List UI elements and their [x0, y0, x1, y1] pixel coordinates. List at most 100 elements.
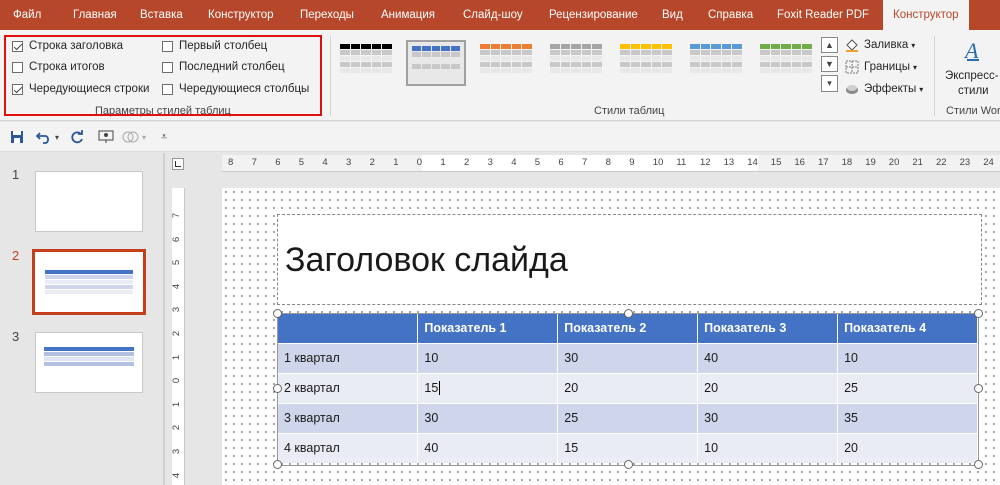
ruler-label: 4	[172, 283, 183, 289]
redo-icon[interactable]	[70, 128, 84, 146]
tab-review[interactable]: Рецензирование	[549, 0, 638, 30]
table-cell[interactable]: 15	[557, 432, 699, 463]
table-style-option[interactable]	[476, 40, 536, 86]
table-cell[interactable]: 3 квартал	[278, 402, 419, 433]
tab-transitions[interactable]: Переходы	[300, 0, 354, 30]
table-cell[interactable]: 2 квартал	[278, 372, 419, 403]
resize-handle[interactable]	[273, 384, 282, 393]
resize-handle[interactable]	[624, 460, 633, 469]
table-cell[interactable]: 10	[417, 342, 559, 373]
ruler-label: 1	[172, 401, 183, 407]
horizontal-ruler[interactable]: 8 7 6 5 4 3 2 1 0 1 2 3 4 5 6 7 8 9 10 11 12 13 14 15 16 17 18 19 20…	[222, 155, 1000, 172]
table-cell[interactable]: 40	[697, 342, 839, 373]
panel-divider[interactable]	[163, 153, 165, 485]
resize-handle[interactable]	[273, 460, 282, 469]
ruler-label: 18	[841, 157, 853, 168]
slide-thumbnail-1[interactable]	[35, 171, 143, 232]
ruler-label: 24	[983, 157, 994, 168]
table-style-option[interactable]	[616, 40, 676, 86]
resize-handle[interactable]	[624, 309, 633, 318]
tab-file[interactable]: Файл	[13, 0, 41, 30]
text-cursor	[439, 381, 441, 396]
express-styles-label-2[interactable]: стили	[958, 85, 989, 97]
dropdown-arrow-icon[interactable]: ▾	[142, 128, 146, 146]
table-row: 4 квартал 40 15 10 20	[278, 432, 978, 463]
wordart-icon[interactable]: A	[963, 38, 985, 67]
table-header-cell[interactable]	[278, 314, 419, 343]
thumbnail-number: 1	[12, 167, 20, 182]
undo-icon[interactable]	[36, 128, 52, 146]
tab-help[interactable]: Справка	[708, 0, 753, 30]
resize-handle[interactable]	[974, 309, 983, 318]
table-cell[interactable]: 1 квартал	[278, 342, 419, 373]
ruler-label: 2	[172, 330, 183, 337]
table-header-cell[interactable]: Показатель 1	[417, 314, 559, 343]
gallery-more-button[interactable]: ▾	[821, 75, 838, 92]
table-cell[interactable]: 10	[697, 432, 839, 463]
undo-dropdown-icon[interactable]: ▾	[55, 128, 59, 146]
gallery-up-button[interactable]: ▲	[821, 37, 838, 53]
tab-slideshow[interactable]: Слайд-шоу	[463, 0, 523, 30]
table-cell[interactable]: 20	[837, 432, 978, 463]
table-style-option[interactable]	[406, 40, 466, 86]
table-style-option[interactable]	[336, 40, 396, 86]
ruler-label: 3	[172, 307, 183, 313]
thumbnail-number: 2	[12, 248, 20, 263]
table-cell[interactable]: 25	[557, 402, 699, 433]
table-cell[interactable]: 30	[697, 402, 839, 433]
effects-icon	[845, 82, 859, 96]
borders-button[interactable]: Границы ▾	[845, 58, 917, 76]
express-styles-label[interactable]: Экспресс-	[945, 70, 999, 82]
thumbnail-table-preview	[44, 347, 134, 366]
tab-insert[interactable]: Вставка	[140, 0, 183, 30]
tab-foxit[interactable]: Foxit Reader PDF	[777, 0, 869, 30]
resize-handle[interactable]	[974, 460, 983, 469]
tab-table-design[interactable]: Конструктор	[883, 0, 969, 30]
table-style-option[interactable]	[686, 40, 746, 86]
table-cell[interactable]: 30	[557, 342, 699, 373]
table-header-cell[interactable]: Показатель 2	[557, 314, 699, 343]
slide-title[interactable]: Заголовок слайда	[285, 241, 568, 280]
table-cell[interactable]: 30	[417, 402, 559, 433]
table-header-row: Показатель 1 Показатель 2 Показатель 3 П…	[278, 314, 978, 343]
vertical-ruler[interactable]: 7 6 5 4 3 2 1 0 1 2 3 4	[172, 188, 185, 485]
title-placeholder[interactable]: Заголовок слайда	[277, 214, 982, 305]
ruler-label: 2	[369, 157, 375, 168]
tab-view[interactable]: Вид	[662, 0, 683, 30]
resize-handle[interactable]	[974, 384, 983, 393]
table-style-option[interactable]	[546, 40, 606, 86]
table-header-cell[interactable]: Показатель 3	[697, 314, 839, 343]
ruler-label: 12	[700, 157, 711, 168]
tab-home[interactable]: Главная	[73, 0, 117, 30]
customize-toolbar-icon[interactable]: ⩡	[161, 128, 167, 146]
tab-animations[interactable]: Анимация	[381, 0, 435, 30]
fill-button[interactable]: Заливка ▾	[845, 36, 915, 54]
save-icon[interactable]	[10, 128, 24, 146]
gallery-down-button[interactable]: ▼	[821, 56, 838, 72]
table-cell[interactable]: 10	[837, 342, 978, 373]
dropdown-arrow-icon: ▾	[913, 62, 918, 72]
table-cell[interactable]: 20	[557, 372, 699, 403]
ruler-label: 3	[172, 448, 183, 455]
table-cell[interactable]: 4 квартал	[278, 432, 419, 463]
table-cell[interactable]: 25	[837, 372, 978, 403]
table-cell[interactable]: 40	[417, 432, 559, 463]
touch-mode-icon[interactable]	[122, 128, 140, 146]
table-header-cell[interactable]: Показатель 4	[837, 314, 978, 343]
slide-thumbnail-2[interactable]	[32, 249, 146, 315]
tab-design[interactable]: Конструктор	[208, 0, 274, 30]
slideshow-icon[interactable]	[98, 128, 114, 146]
table-cell[interactable]: 35	[837, 402, 978, 433]
ruler-label: 2	[172, 425, 183, 431]
resize-handle[interactable]	[273, 309, 282, 318]
table-cell-active[interactable]: 15	[417, 372, 559, 403]
group-label-wordart: Стили Wor	[946, 105, 1000, 117]
data-table[interactable]: Показатель 1 Показатель 2 Показатель 3 П…	[278, 314, 978, 463]
slide-thumbnail-3[interactable]	[35, 332, 143, 393]
table-style-option[interactable]	[756, 40, 816, 86]
tab-stop-selector[interactable]	[172, 158, 184, 170]
table-cell[interactable]: 20	[697, 372, 839, 403]
ruler-label: 11	[676, 157, 687, 168]
effects-button[interactable]: Эффекты ▾	[845, 80, 923, 98]
ruler-label: 3	[487, 157, 493, 168]
